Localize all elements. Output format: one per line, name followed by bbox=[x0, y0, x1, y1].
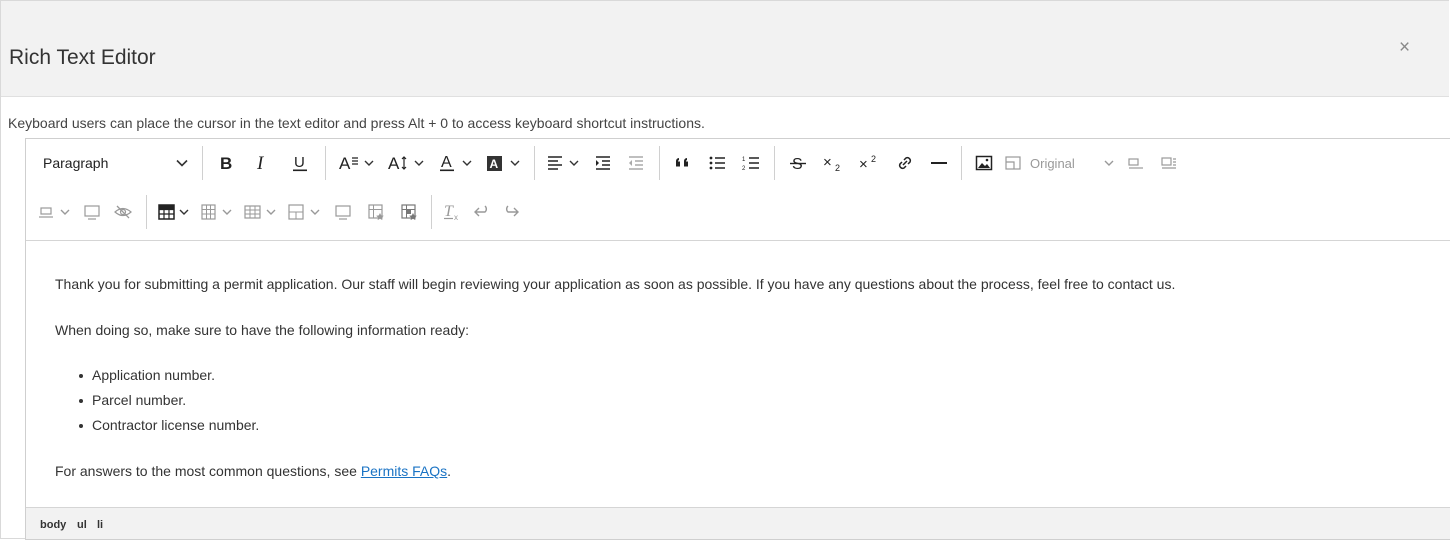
svg-text:A: A bbox=[388, 154, 400, 172]
faq-text: For answers to the most common questions… bbox=[55, 463, 361, 479]
svg-text:B: B bbox=[220, 154, 232, 172]
table-row-icon[interactable] bbox=[239, 197, 283, 227]
close-icon[interactable]: × bbox=[1399, 37, 1410, 59]
image-align-left-icon[interactable] bbox=[1118, 148, 1154, 178]
image-size-value: Original bbox=[1030, 155, 1075, 171]
toolbar-separator bbox=[774, 146, 775, 180]
content-paragraph: Thank you for submitting a permit applic… bbox=[55, 276, 1176, 292]
permits-faqs-link[interactable]: Permits FAQs bbox=[361, 463, 447, 479]
hide-icon[interactable] bbox=[106, 197, 140, 227]
numbered-list-icon[interactable]: 12 bbox=[734, 148, 768, 178]
table-caption-icon[interactable] bbox=[327, 197, 359, 227]
svg-text:x: x bbox=[454, 213, 458, 221]
element-path-body[interactable]: body bbox=[40, 519, 66, 531]
dialog-header: Rich Text Editor × bbox=[1, 1, 1449, 97]
content-paragraph: When doing so, make sure to have the fol… bbox=[55, 322, 470, 338]
chevron-down-icon bbox=[1104, 160, 1114, 166]
svg-text:×: × bbox=[823, 154, 832, 171]
table-props-icon[interactable] bbox=[359, 197, 393, 227]
bulleted-list-icon[interactable] bbox=[700, 148, 734, 178]
svg-text:×: × bbox=[859, 156, 868, 172]
editor-content[interactable]: Thank you for submitting a permit applic… bbox=[26, 240, 1450, 509]
strikethrough-icon[interactable]: S bbox=[781, 148, 815, 178]
content-list: Application number. Parcel number. Contr… bbox=[78, 363, 259, 438]
redo-icon[interactable] bbox=[498, 197, 524, 227]
toolbar-separator bbox=[325, 146, 326, 180]
toolbar-row-2: Tx bbox=[26, 194, 524, 230]
font-color-icon[interactable]: A bbox=[432, 148, 480, 178]
link-icon[interactable] bbox=[887, 148, 923, 178]
toolbar-separator bbox=[659, 146, 660, 180]
background-color-icon[interactable]: A bbox=[480, 148, 528, 178]
indent-icon[interactable] bbox=[587, 148, 619, 178]
status-bar: body ul li bbox=[26, 507, 1450, 539]
table-cells-icon[interactable] bbox=[283, 197, 327, 227]
format-select-value: Paragraph bbox=[43, 155, 109, 171]
clear-format-icon[interactable]: Tx bbox=[438, 197, 466, 227]
rich-text-editor-dialog: Rich Text Editor × Keyboard users can pl… bbox=[0, 0, 1450, 540]
element-path-li[interactable]: li bbox=[97, 519, 103, 531]
svg-text:2: 2 bbox=[742, 166, 746, 172]
list-item: Parcel number. bbox=[78, 388, 259, 413]
toolbar-separator bbox=[534, 146, 535, 180]
horizontal-rule-icon[interactable] bbox=[923, 148, 955, 178]
svg-text:U: U bbox=[294, 154, 305, 171]
svg-text:1: 1 bbox=[742, 157, 746, 163]
image-align-right-icon[interactable] bbox=[1154, 148, 1184, 178]
toolbar-separator bbox=[431, 195, 432, 229]
superscript-icon[interactable]: × 2 bbox=[851, 148, 887, 178]
chevron-down-icon bbox=[176, 159, 188, 167]
image-frame-icon[interactable] bbox=[1000, 148, 1026, 178]
toolbar-separator bbox=[202, 146, 203, 180]
element-path-ul[interactable]: ul bbox=[77, 519, 87, 531]
format-select[interactable]: Paragraph bbox=[26, 148, 196, 178]
faq-text-end: . bbox=[447, 463, 452, 479]
image-icon[interactable] bbox=[968, 148, 1000, 178]
undo-icon[interactable] bbox=[466, 197, 498, 227]
outdent-icon[interactable] bbox=[619, 148, 653, 178]
dialog-title: Rich Text Editor bbox=[9, 46, 156, 69]
italic-icon[interactable]: I bbox=[243, 148, 281, 178]
toolbar-separator bbox=[146, 195, 147, 229]
image-align-center-icon[interactable] bbox=[26, 197, 78, 227]
svg-text:2: 2 bbox=[835, 163, 840, 172]
svg-text:2: 2 bbox=[871, 154, 876, 164]
image-caption-icon[interactable] bbox=[78, 197, 106, 227]
svg-text:I: I bbox=[256, 154, 265, 172]
align-icon[interactable] bbox=[541, 148, 587, 178]
svg-text:A: A bbox=[441, 154, 452, 171]
toolbar-row-1: Paragraph B I U A A A A 12 S × 2 × 2 Ori… bbox=[26, 145, 1184, 181]
subscript-icon[interactable]: × 2 bbox=[815, 148, 851, 178]
bold-icon[interactable]: B bbox=[209, 148, 243, 178]
list-item: Application number. bbox=[78, 363, 259, 388]
editor: Paragraph B I U A A A A 12 S × 2 × 2 Ori… bbox=[25, 138, 1450, 540]
underline-icon[interactable]: U bbox=[281, 148, 319, 178]
list-item: Contractor license number. bbox=[78, 413, 259, 438]
content-paragraph: For answers to the most common questions… bbox=[55, 463, 451, 479]
svg-text:T: T bbox=[444, 203, 454, 220]
table-icon[interactable] bbox=[153, 197, 195, 227]
cell-props-icon[interactable] bbox=[393, 197, 425, 227]
toolbar: Paragraph B I U A A A A 12 S × 2 × 2 Ori… bbox=[26, 139, 1450, 241]
font-family-icon[interactable]: A bbox=[332, 148, 382, 178]
keyboard-hint: Keyboard users can place the cursor in t… bbox=[8, 115, 705, 131]
svg-text:A: A bbox=[490, 157, 499, 171]
font-size-icon[interactable]: A bbox=[382, 148, 432, 178]
toolbar-separator bbox=[961, 146, 962, 180]
image-size-select[interactable]: Original bbox=[1026, 148, 1118, 178]
table-column-icon[interactable] bbox=[195, 197, 239, 227]
blockquote-icon[interactable] bbox=[666, 148, 700, 178]
svg-text:A: A bbox=[339, 154, 351, 172]
